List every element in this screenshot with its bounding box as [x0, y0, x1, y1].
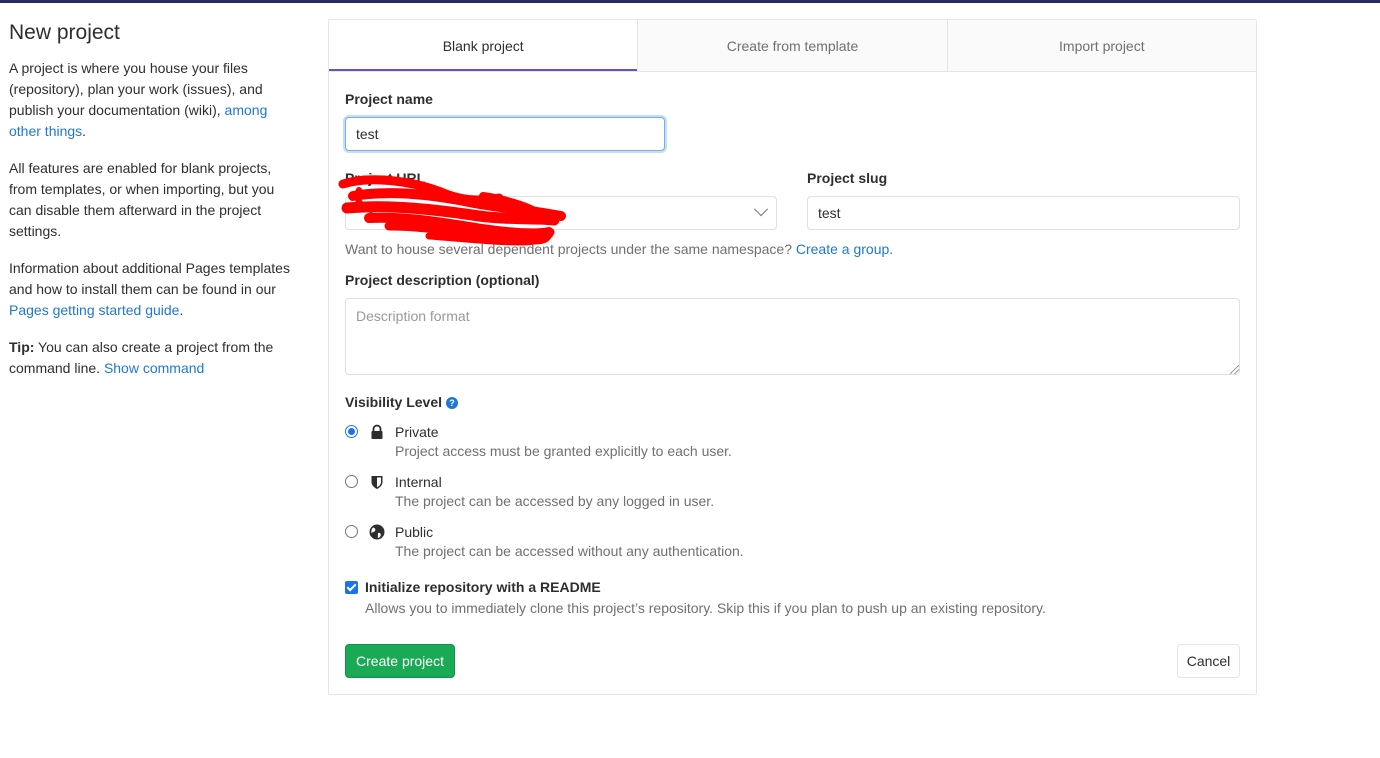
visibility-option-public[interactable]: Public The project can be accessed witho…	[345, 524, 945, 564]
private-radio[interactable]	[345, 425, 358, 438]
resize-handle[interactable]	[1230, 365, 1239, 374]
visibility-option-internal[interactable]: Internal The project can be accessed by …	[345, 474, 945, 514]
shield-icon	[371, 476, 383, 489]
cancel-button[interactable]: Cancel	[1177, 644, 1240, 678]
public-title: Public	[395, 524, 434, 540]
redaction-scribble	[338, 175, 566, 246]
internal-description: The project can be accessed by any logge…	[395, 493, 715, 509]
public-radio[interactable]	[345, 525, 358, 538]
readme-label[interactable]: Initialize repository with a README	[365, 579, 601, 595]
tip-paragraph: Tip: You can also create a project from …	[9, 339, 274, 376]
description-textarea[interactable]: Description format	[345, 298, 1240, 375]
public-description: The project can be accessed without any …	[395, 543, 744, 559]
info-paragraph-3: Information about additional Pages templ…	[9, 260, 290, 318]
info-paragraph-2: All features are enabled for blank proje…	[9, 160, 275, 239]
lock-icon	[371, 424, 383, 439]
internal-radio[interactable]	[345, 475, 358, 488]
create-project-button[interactable]: Create project	[345, 644, 455, 678]
top-navbar-edge	[0, 0, 1380, 3]
info-paragraph-1: A project is where you house your files …	[9, 60, 268, 139]
page-title: New project	[9, 21, 120, 44]
private-title: Private	[395, 424, 439, 440]
new-project-panel: Blank project Create from template Impor…	[328, 19, 1257, 695]
readme-checkbox[interactable]	[345, 581, 358, 594]
project-info-column: New project A project is where you house…	[9, 20, 299, 395]
visibility-option-private[interactable]: Private Project access must be granted e…	[345, 424, 945, 464]
private-description: Project access must be granted explicitl…	[395, 443, 732, 459]
question-circle-icon[interactable]: ?	[446, 397, 459, 409]
visibility-level-label: Visibility Level?	[345, 394, 459, 410]
readme-help-text: Allows you to immediately clone this pro…	[365, 600, 1046, 616]
show-command-link[interactable]: Show command	[104, 360, 204, 376]
description-label: Project description (optional)	[345, 272, 540, 288]
globe-icon	[369, 524, 385, 540]
pages-guide-link[interactable]: Pages getting started guide	[9, 302, 179, 318]
internal-title: Internal	[395, 474, 442, 490]
